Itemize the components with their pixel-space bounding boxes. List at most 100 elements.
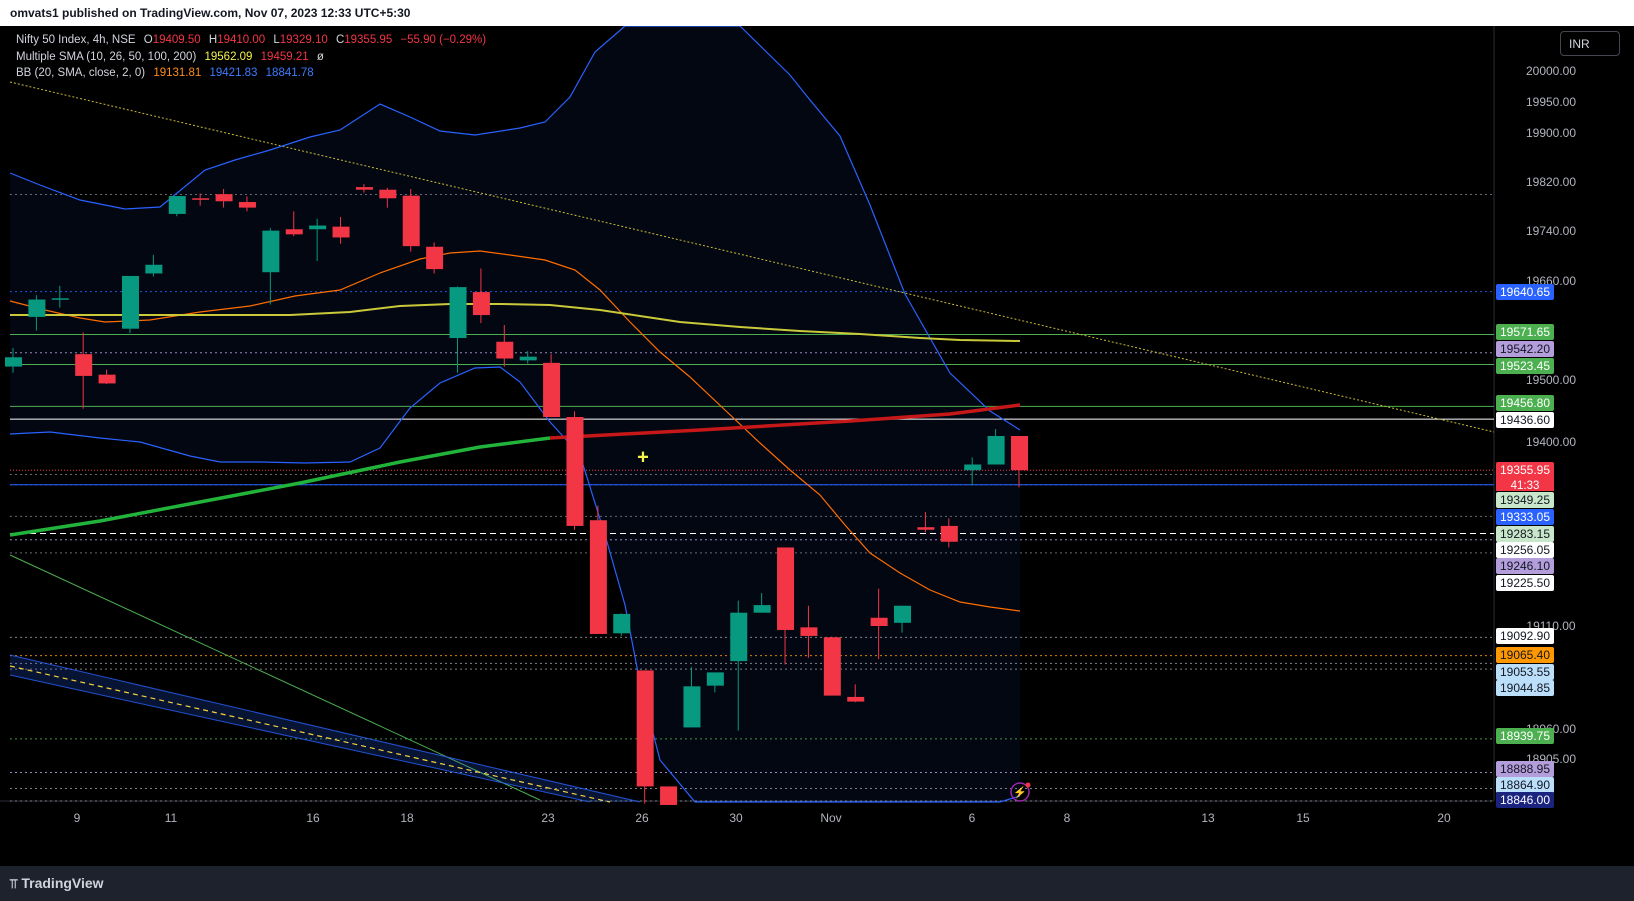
x-tick-label: 26 bbox=[635, 811, 649, 825]
candle-body-21 bbox=[496, 341, 514, 359]
candle-body-39 bbox=[917, 527, 935, 530]
candle-body-22 bbox=[519, 356, 537, 361]
price-label: 19044.85 bbox=[1500, 681, 1550, 695]
candle-body-32 bbox=[753, 605, 771, 613]
candle-body-17 bbox=[402, 195, 420, 247]
y-tick-label: 19500.00 bbox=[1526, 373, 1576, 387]
price-label: 19333.05 bbox=[1500, 510, 1550, 524]
legend-open: 19409.50 bbox=[152, 34, 201, 46]
tradingview-logo[interactable]: ⫪ TradingView bbox=[10, 875, 104, 892]
x-tick-label: Nov bbox=[820, 811, 841, 825]
chart-pane[interactable]: + ⚡ 20000.00 19950.00 19900.00 19820.00 19740.… bbox=[0, 25, 1634, 866]
candle-body-9 bbox=[215, 194, 233, 202]
candle-body-34 bbox=[800, 627, 818, 636]
candle-body-24 bbox=[566, 417, 584, 526]
crosshair-marker: + bbox=[637, 446, 649, 468]
candle-body-10 bbox=[238, 202, 256, 208]
price-label: 18939.75 bbox=[1500, 729, 1550, 743]
candle-body-40 bbox=[940, 525, 958, 542]
candle-body-42 bbox=[987, 436, 1005, 465]
candle-body-43 bbox=[1011, 436, 1028, 471]
legend-change: −55.90 (−0.29%) bbox=[400, 34, 487, 46]
x-tick-label: 23 bbox=[541, 811, 555, 825]
tradingview-logo-icon: ⫪ bbox=[10, 877, 18, 892]
legend-symbol[interactable]: Nifty 50 Index, 4h, NSE bbox=[16, 34, 136, 46]
candle-body-27 bbox=[636, 670, 654, 787]
candle-body-19 bbox=[449, 287, 467, 339]
candle-body-30 bbox=[706, 672, 724, 686]
price-chart[interactable]: + ⚡ 20000.00 19950.00 19900.00 19820.00 19740.… bbox=[0, 25, 1634, 866]
legend-close: 19355.95 bbox=[344, 34, 393, 46]
price-label: 19571.65 bbox=[1500, 325, 1550, 339]
candle-body-7 bbox=[168, 196, 186, 214]
candle-body-6 bbox=[145, 264, 163, 274]
candle-body-41 bbox=[964, 464, 982, 471]
legend-sma-value-1: 19562.09 bbox=[204, 50, 253, 63]
price-label: 18888.95 bbox=[1500, 762, 1550, 776]
candle-body-31 bbox=[730, 612, 748, 662]
legend-bb-upper: 19421.83 bbox=[209, 67, 258, 79]
y-tick-label: 19400.00 bbox=[1526, 435, 1576, 449]
price-label: 19225.50 bbox=[1500, 576, 1550, 590]
x-tick-label: 11 bbox=[165, 811, 178, 825]
price-label: 18846.00 bbox=[1500, 793, 1550, 807]
legend-high: 19410.00 bbox=[217, 34, 266, 46]
candle-body-18 bbox=[426, 246, 444, 270]
candle-body-29 bbox=[683, 686, 701, 728]
price-label: 19436.60 bbox=[1500, 413, 1550, 427]
candle-body-35 bbox=[823, 637, 841, 696]
price-label: 19640.65 bbox=[1500, 285, 1550, 299]
price-label: 18864.90 bbox=[1500, 778, 1550, 792]
candle-body-33 bbox=[777, 547, 795, 630]
candle-body-26 bbox=[613, 613, 631, 634]
legend-bb-row[interactable]: BB (20, SMA, close, 2, 0) 19131.81 19421… bbox=[16, 65, 486, 82]
candle-body-16 bbox=[379, 189, 397, 199]
candle-body-37 bbox=[870, 617, 888, 626]
candle-body-12 bbox=[285, 229, 303, 235]
x-tick-label: 16 bbox=[306, 811, 320, 825]
legend-high-label: H bbox=[208, 34, 218, 46]
currency-button[interactable]: INR bbox=[1560, 31, 1620, 56]
y-tick-label: 19900.00 bbox=[1526, 126, 1576, 140]
y-tick-label: 19740.00 bbox=[1526, 224, 1576, 238]
price-label: 19355.95 bbox=[1500, 463, 1550, 477]
candle-body-0 bbox=[5, 357, 22, 367]
legend-sma-value-2: 19459.21 bbox=[260, 50, 309, 63]
candle-body-3 bbox=[75, 354, 93, 376]
legend-low: 19329.10 bbox=[279, 34, 328, 46]
legend-open-label: O bbox=[143, 34, 153, 46]
legend-sma-row[interactable]: Multiple SMA (10, 26, 50, 100, 200) 1956… bbox=[16, 49, 486, 66]
candle-body-11 bbox=[262, 230, 280, 273]
candle-body-25 bbox=[589, 520, 607, 634]
chart-legend: Nifty 50 Index, 4h, NSE O19409.50 H19410… bbox=[16, 32, 486, 82]
price-label: 19092.90 bbox=[1500, 629, 1550, 643]
candle-body-23 bbox=[543, 362, 561, 417]
legend-symbol-row: Nifty 50 Index, 4h, NSE O19409.50 H19410… bbox=[16, 32, 486, 49]
price-label: 19542.20 bbox=[1500, 342, 1550, 356]
price-label: 19256.05 bbox=[1500, 543, 1550, 557]
legend-bb-lower: 18841.78 bbox=[265, 67, 314, 79]
legend-bb-title[interactable]: BB (20, SMA, close, 2, 0) bbox=[16, 67, 145, 79]
legend-sma-value-3: ø bbox=[316, 50, 324, 63]
candle-body-5 bbox=[121, 275, 139, 329]
tradingview-logo-text: TradingView bbox=[21, 875, 104, 891]
publish-header: omvats1 published on TradingView.com, No… bbox=[0, 0, 1634, 26]
price-label: 19283.15 bbox=[1500, 527, 1550, 541]
candle-body-8 bbox=[192, 198, 210, 200]
legend-close-label: C bbox=[335, 34, 345, 46]
alert-bolt-icon: ⚡ bbox=[1013, 786, 1027, 799]
price-label: 19065.40 bbox=[1500, 648, 1550, 662]
y-tick-label: 20000.00 bbox=[1526, 64, 1576, 78]
x-tick-label: 9 bbox=[74, 811, 81, 825]
price-label: 19456.80 bbox=[1500, 396, 1550, 410]
legend-sma-title[interactable]: Multiple SMA (10, 26, 50, 100, 200) bbox=[16, 51, 196, 63]
candle-body-15 bbox=[355, 187, 373, 190]
candle-body-14 bbox=[332, 226, 350, 238]
x-tick-label: 15 bbox=[1296, 811, 1310, 825]
x-tick-label: 30 bbox=[729, 811, 743, 825]
x-tick-label: 8 bbox=[1064, 811, 1071, 825]
candle-body-1 bbox=[28, 299, 46, 317]
price-label: 19523.45 bbox=[1500, 359, 1550, 373]
footer-bar: ⫪ TradingView bbox=[0, 866, 1634, 901]
candle-body-38 bbox=[894, 605, 912, 623]
